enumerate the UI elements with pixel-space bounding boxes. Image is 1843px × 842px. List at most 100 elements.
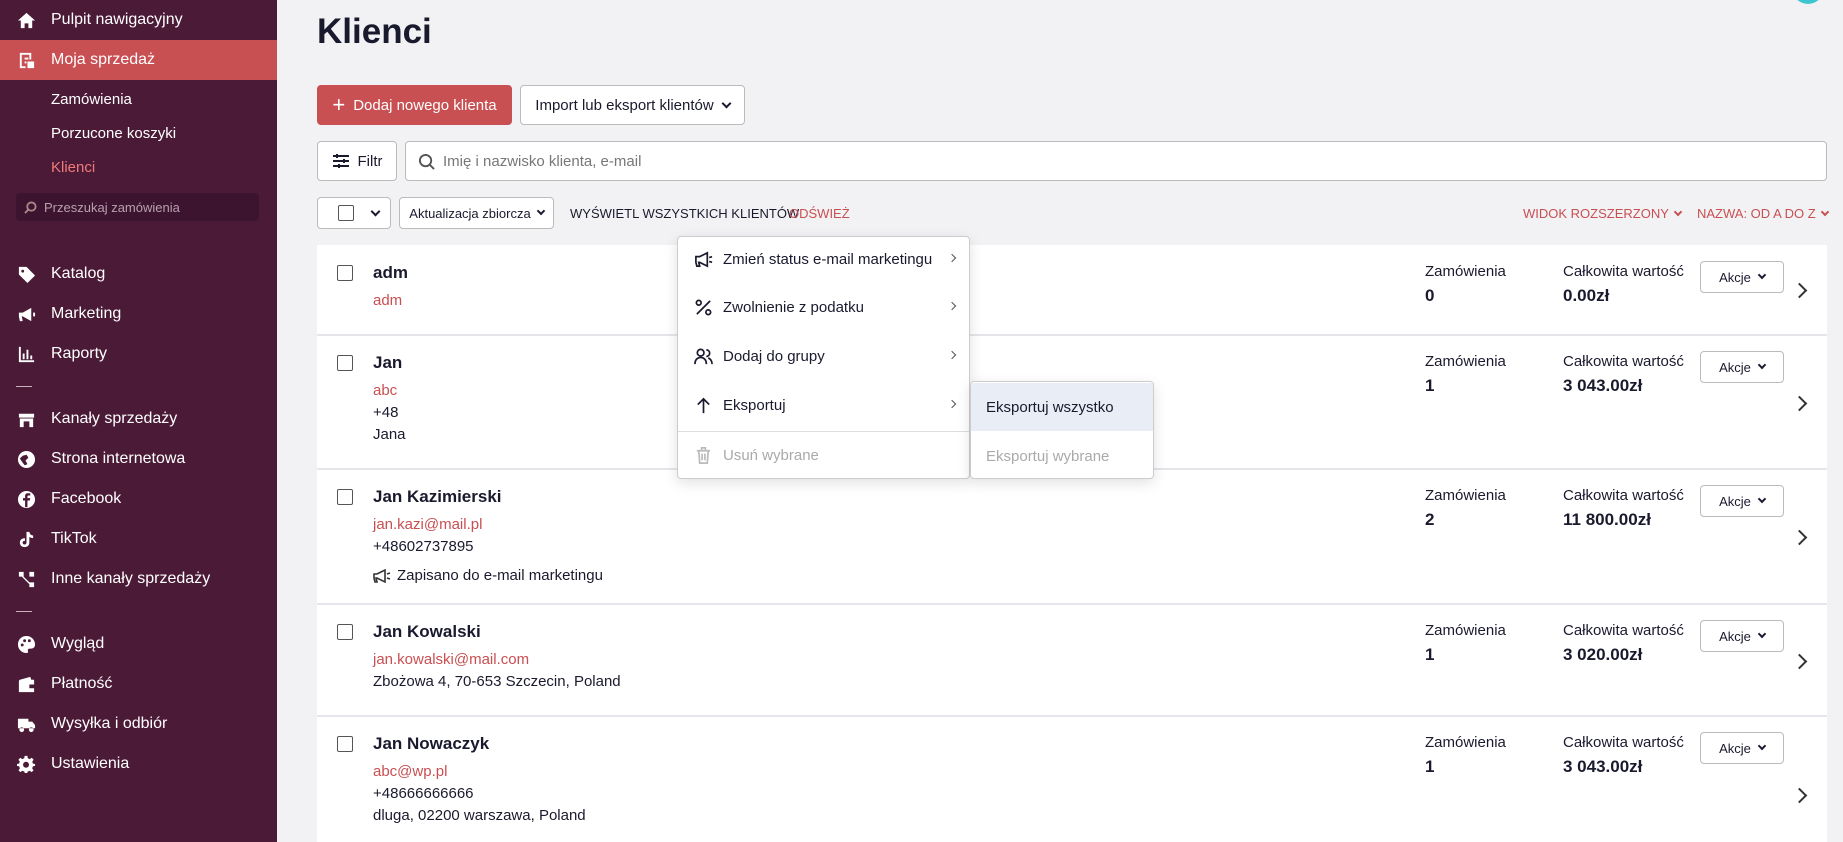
total-label: Całkowita wartość [1563,734,1684,751]
nav-other-channels[interactable]: Inne kanały sprzedaży [0,559,277,599]
sidebar-search-input[interactable] [44,199,244,215]
sort-toggle[interactable]: NAZWA: OD A DO Z [1697,206,1829,221]
nav-label: Marketing [51,305,122,322]
chevron-down-icon [1757,360,1767,370]
customer-name[interactable]: Jan Kazimierski [373,487,502,507]
add-customer-button[interactable]: + Dodaj nowego klienta [317,85,512,125]
marketing-status: Zapisano do e-mail marketingu [373,567,603,584]
bulk-update-button[interactable]: Aktualizacja zbiorcza [399,197,554,229]
nav-payment[interactable]: Płatność [0,664,277,704]
total-value: 3 020.00zł [1563,645,1643,664]
customer-email[interactable]: jan.kowalski@mail.com [373,651,529,668]
menu-divider [678,431,969,432]
orders-label: Zamówienia [1425,622,1506,639]
chevron-right-icon[interactable] [1791,395,1808,412]
actions-button[interactable]: Akcje [1700,732,1784,764]
import-export-label: Import lub eksport klientów [535,96,714,114]
submenu-item-export-selected: Eksportuj wybrane [986,447,1110,465]
filter-button[interactable]: Filtr [317,141,397,181]
actions-button[interactable]: Akcje [1700,261,1784,293]
submenu-item-export-all[interactable]: Eksportuj wszystko [971,383,1153,431]
customer-email[interactable]: jan.kazi@mail.pl [373,516,482,533]
chevron-right-icon[interactable] [1791,282,1808,299]
customer-phone: +48602737895 [373,538,474,555]
orders-count: 1 [1425,757,1435,776]
customer-phone: +48 [373,404,399,421]
nav-sales-channels[interactable]: Kanały sprzedaży [0,399,277,439]
sidebar-item-customers[interactable]: Klienci [51,159,95,176]
customer-name[interactable]: Jan Nowaczyk [373,734,489,754]
row-checkbox[interactable] [337,489,353,505]
nav-catalog[interactable]: Katalog [0,254,277,294]
row-checkbox[interactable] [337,736,353,752]
nav-tiktok[interactable]: TikTok [0,519,277,559]
customer-search-input[interactable] [443,152,1743,170]
users-icon [694,348,713,364]
refresh-link[interactable]: ODŚWIEŻ [789,206,850,221]
customer-email[interactable]: adm [373,292,402,309]
gear-icon [16,754,36,774]
percent-icon [695,299,712,315]
tag-icon [16,264,36,284]
menu-item-email-marketing[interactable]: Zmień status e-mail marketingu [678,237,969,281]
actions-button[interactable]: Akcje [1700,351,1784,383]
row-checkbox[interactable] [337,624,353,640]
sidebar-item-abandoned-carts[interactable]: Porzucone koszyki [51,125,176,142]
select-all-dropdown[interactable] [317,197,391,229]
nav-dashboard[interactable]: Pulpit nawigacyjny [0,0,277,40]
nav-facebook[interactable]: Facebook [0,479,277,519]
orders-count: 1 [1425,645,1435,664]
actions-label: Akcje [1719,359,1751,375]
sliders-icon [332,154,349,168]
orders-label: Zamówienia [1425,263,1506,280]
nav-my-sales[interactable]: Moja sprzedaż [0,40,277,80]
globe-icon [16,449,36,469]
chevron-right-icon [947,350,957,360]
customer-name[interactable]: Jan [373,353,402,373]
row-checkbox[interactable] [337,355,353,371]
nav-shipping[interactable]: Wysyłka i odbiór [0,704,277,744]
show-all-customers-link[interactable]: WYŚWIETL WSZYSTKICH KLIENTÓW [570,206,799,221]
view-toggle[interactable]: WIDOK ROZSZERZONY [1523,206,1683,221]
nav-marketing[interactable]: Marketing [0,294,277,334]
menu-item-label: Zwolnienie z podatku [723,298,864,316]
actions-button[interactable]: Akcje [1700,485,1784,517]
trash-icon [696,446,711,464]
sidebar: Pulpit nawigacyjny Moja sprzedaż Zamówie… [0,0,277,842]
import-export-button[interactable]: Import lub eksport klientów [520,85,745,125]
customer-name[interactable]: adm [373,263,408,283]
nav-label: Inne kanały sprzedaży [51,570,211,587]
customer-email[interactable]: abc@wp.pl [373,763,447,780]
menu-item-tax-exempt[interactable]: Zwolnienie z podatku [678,285,969,329]
nav-appearance[interactable]: Wygląd [0,624,277,664]
megaphone-icon [695,250,713,268]
customer-name[interactable]: Jan Kowalski [373,622,481,642]
nav-reports[interactable]: Raporty [0,334,277,374]
customer-search [405,141,1827,181]
chevron-right-icon[interactable] [1791,653,1808,670]
menu-item-export[interactable]: Eksportuj [678,383,969,427]
chevron-right-icon[interactable] [1791,529,1808,546]
chevron-down-icon [721,98,732,108]
store-icon [16,409,36,429]
select-all-checkbox[interactable] [338,205,354,221]
row-checkbox[interactable] [337,265,353,281]
orders-label: Zamówienia [1425,353,1506,370]
customer-email[interactable]: abc [373,382,397,399]
actions-label: Akcje [1719,493,1751,509]
total-label: Całkowita wartość [1563,263,1684,280]
customer-address: Jana [373,426,406,443]
sidebar-item-orders[interactable]: Zamówienia [51,91,132,108]
main-content: Klienci + Dodaj nowego klienta Import lu… [277,0,1843,842]
menu-item-add-to-group[interactable]: Dodaj do grupy [678,334,969,378]
actions-button[interactable]: Akcje [1700,620,1784,652]
nav-settings[interactable]: Ustawienia [0,744,277,784]
nav-label: Wysyłka i odbiór [51,715,168,732]
chevron-down-icon [536,206,545,216]
page-title: Klienci [317,12,432,51]
nav-website[interactable]: Strona internetowa [0,439,277,479]
share-nodes-icon [16,569,36,589]
menu-item-delete-selected: Usuń wybrane [678,433,969,477]
total-label: Całkowita wartość [1563,487,1684,504]
chevron-right-icon[interactable] [1791,787,1808,804]
